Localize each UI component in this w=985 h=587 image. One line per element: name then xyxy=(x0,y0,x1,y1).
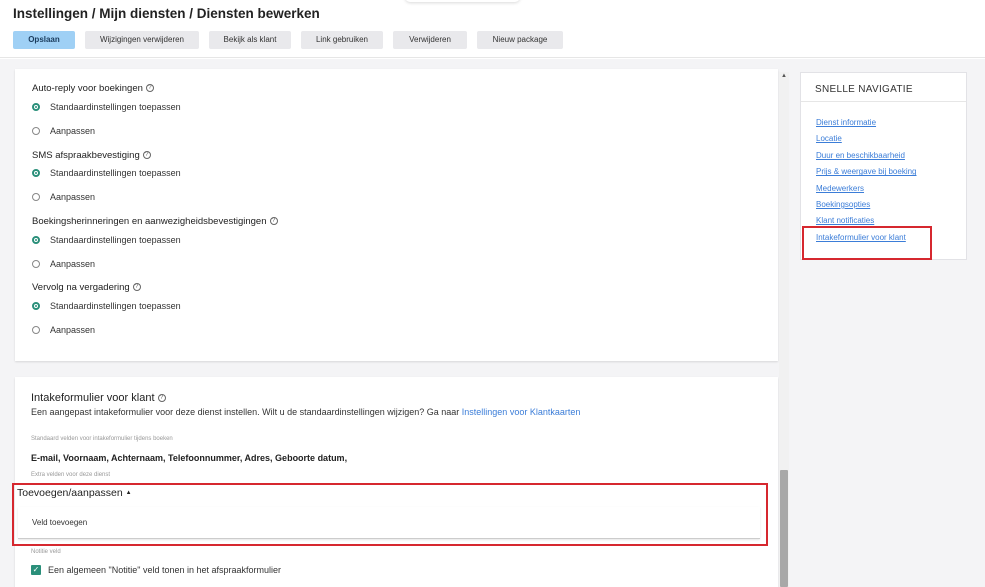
help-icon[interactable]: ? xyxy=(142,151,151,160)
checkbox-checked-icon[interactable]: ✓ xyxy=(31,565,41,575)
section-title: Vervolg na vergadering? xyxy=(32,282,141,293)
radio-checked-icon[interactable] xyxy=(32,236,40,244)
radio-custom[interactable]: Aanpassen xyxy=(32,325,95,335)
radio-checked-icon[interactable] xyxy=(32,103,40,111)
nav-link-booking-options[interactable]: Boekingsopties xyxy=(816,197,917,213)
extra-fields-label: Extra velden voor deze dienst xyxy=(31,472,111,478)
section-title: Auto-reply voor boekingen? xyxy=(32,83,154,94)
note-checkbox-label: Een algemeen "Notitie" veld tonen in het… xyxy=(48,565,282,575)
save-button[interactable]: Opslaan xyxy=(13,31,75,49)
intake-description: Een aangepast intakeformulier voor deze … xyxy=(31,407,581,417)
nav-link-duration[interactable]: Duur en beschikbaarheid xyxy=(816,148,917,164)
std-fields-label: Standaard velden voor intakeformulier ti… xyxy=(31,436,173,442)
help-icon[interactable]: ? xyxy=(157,394,166,403)
radio-icon[interactable] xyxy=(32,260,40,268)
radio-custom[interactable]: Aanpassen xyxy=(32,259,95,269)
header-bar: Instellingen / Mijn diensten / Diensten … xyxy=(0,0,985,58)
section-title: Boekingsherinneringen en aanwezigheidsbe… xyxy=(32,216,278,227)
add-field-panel[interactable]: Veld toevoegen xyxy=(18,507,760,539)
radio-icon[interactable] xyxy=(32,193,40,201)
discard-changes-button[interactable]: Wijzigingen verwijderen xyxy=(85,31,199,49)
note-field-label: Notitie veld xyxy=(31,549,61,555)
divider xyxy=(801,101,966,102)
radio-custom[interactable]: Aanpassen xyxy=(32,126,95,136)
radio-default[interactable]: Standaardinstellingen toepassen xyxy=(32,301,181,311)
quick-nav-title: SNELLE NAVIGATIE xyxy=(815,84,913,95)
highlight-box xyxy=(802,226,932,260)
scroll-up-arrow-icon[interactable]: ▲ xyxy=(780,72,788,80)
radio-default[interactable]: Standaardinstellingen toepassen xyxy=(32,168,181,178)
view-as-client-button[interactable]: Bekijk als klant xyxy=(209,31,291,49)
radio-icon[interactable] xyxy=(32,326,40,334)
intake-form-card: Intakeformulier voor klant? Een aangepas… xyxy=(15,377,778,587)
page-title: Instellingen / Mijn diensten / Diensten … xyxy=(13,6,320,21)
use-link-button[interactable]: Link gebruiken xyxy=(301,31,383,49)
nav-link-staff[interactable]: Medewerkers xyxy=(816,181,917,197)
scrollbar-thumb[interactable] xyxy=(780,470,788,587)
radio-default[interactable]: Standaardinstellingen toepassen xyxy=(32,102,181,112)
nav-link-price[interactable]: Prijs & weergave bij boeking xyxy=(816,164,917,180)
note-checkbox-row[interactable]: ✓ Een algemeen "Notitie" veld tonen in h… xyxy=(31,565,281,575)
content-area: Auto-reply voor boekingen? Standaardinst… xyxy=(0,59,985,587)
radio-checked-icon[interactable] xyxy=(32,169,40,177)
help-icon[interactable]: ? xyxy=(269,217,278,226)
help-icon[interactable]: ? xyxy=(132,283,141,292)
delete-button[interactable]: Verwijderen xyxy=(393,31,467,49)
top-tab-handle xyxy=(405,0,520,2)
intake-title: Intakeformulier voor klant? xyxy=(31,392,166,404)
add-field-button[interactable]: Veld toevoegen xyxy=(32,518,87,527)
help-icon[interactable]: ? xyxy=(145,84,154,93)
radio-default[interactable]: Standaardinstellingen toepassen xyxy=(32,235,181,245)
radio-checked-icon[interactable] xyxy=(32,302,40,310)
radio-custom[interactable]: Aanpassen xyxy=(32,192,95,202)
std-fields-value: E-mail, Voornaam, Achternaam, Telefoonnu… xyxy=(31,453,348,463)
section-title: SMS afspraakbevestiging? xyxy=(32,150,151,161)
client-card-settings-link[interactable]: Instellingen voor Klantkaarten xyxy=(462,407,581,417)
caret-up-icon[interactable]: ▲ xyxy=(126,490,132,496)
radio-icon[interactable] xyxy=(32,127,40,135)
notification-settings-card: Auto-reply voor boekingen? Standaardinst… xyxy=(15,69,778,361)
nav-link-location[interactable]: Locatie xyxy=(816,131,917,147)
toolbar: Opslaan Wijzigingen verwijderen Bekijk a… xyxy=(13,31,563,49)
scrollbar[interactable]: ▲ xyxy=(779,72,789,587)
add-adjust-title[interactable]: Toevoegen/aanpassen ▲ xyxy=(17,487,132,499)
new-package-button[interactable]: Nieuw package xyxy=(477,31,563,49)
nav-link-service-info[interactable]: Dienst informatie xyxy=(816,115,917,131)
